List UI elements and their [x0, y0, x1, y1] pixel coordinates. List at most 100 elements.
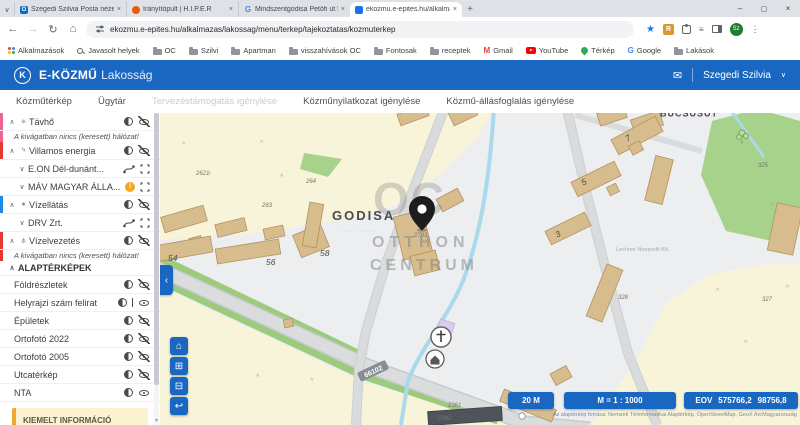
messages-icon[interactable]: ✉	[673, 69, 682, 82]
opacity-icon[interactable]	[124, 316, 133, 325]
bookmark-google[interactable]: GGoogle	[628, 46, 661, 55]
opacity-icon[interactable]	[124, 352, 133, 361]
browser-tab-google-search[interactable]: G Mindszentgodisa Petőfi út 58 ×	[238, 2, 350, 17]
extensions-puzzle-icon[interactable]	[682, 25, 691, 34]
opacity-icon[interactable]	[124, 117, 133, 126]
sidebar-collapse-handle[interactable]: ‹	[160, 265, 173, 295]
layer-group-vizelvezetes[interactable]: ∧ ⋔ Vízelvezetés	[0, 232, 160, 250]
bookmark-suggested[interactable]: Javasolt helyek	[77, 46, 139, 55]
browser-tab-hiper[interactable]: Irányítópult | H.I.P.E.R ×	[126, 2, 238, 17]
tab-ugytar[interactable]: Ügytár	[98, 96, 126, 107]
layer-group-villamos[interactable]: ∧ ϟ Villamos energia	[0, 142, 160, 160]
layer-eon[interactable]: ∨ E.ON Dél-dunánt...	[0, 160, 160, 178]
layer-foldreszletek[interactable]: Földrészletek	[0, 276, 160, 294]
visibility-off-icon[interactable]	[138, 279, 150, 290]
opacity-icon[interactable]	[124, 236, 133, 245]
chevron-down-icon[interactable]: ∨	[16, 183, 28, 191]
bookmark-folder-fontosak[interactable]: Fontosak	[374, 46, 417, 55]
close-tab-icon[interactable]: ×	[341, 6, 345, 13]
tab-search-icon[interactable]: ∨	[0, 6, 14, 17]
scroll-down-icon[interactable]: ▾	[155, 417, 158, 424]
browser-tab-ekozmu-active[interactable]: ekozmu.e-epites.hu/alkalmaz... ×	[350, 2, 462, 17]
chevron-up-icon[interactable]: ∧	[6, 147, 18, 155]
bookmark-apps[interactable]: Alkalmazások	[8, 46, 64, 55]
zoom-extent-icon[interactable]	[140, 182, 150, 192]
visibility-on-icon[interactable]	[138, 387, 150, 398]
bookmark-maps[interactable]: Térkép	[581, 46, 614, 55]
extension-r-icon[interactable]: R	[663, 24, 674, 35]
layer-epuletek[interactable]: Épületek	[0, 312, 160, 330]
layer-group-vizellatas[interactable]: ∧ ● Vízellátás	[0, 196, 160, 214]
opacity-icon[interactable]	[124, 280, 133, 289]
visibility-off-icon[interactable]	[138, 351, 150, 362]
tab-kozmuterkep[interactable]: Közműtérkép	[16, 96, 72, 107]
section-alapterkepek[interactable]: ∧ ALAPTÉRKÉPEK	[0, 261, 160, 276]
forward-button[interactable]: →	[26, 23, 40, 35]
zoom-out-button[interactable]: ⊟	[170, 377, 188, 395]
zoom-extent-icon[interactable]	[140, 218, 150, 228]
bookmark-youtube[interactable]: YouTube	[526, 46, 568, 55]
bookmark-folder-receptek[interactable]: receptek	[430, 46, 471, 55]
bookmark-star-icon[interactable]: ★	[646, 24, 655, 35]
sidebar-scrollbar-thumb[interactable]	[154, 113, 159, 385]
layer-nta[interactable]: NTA	[0, 384, 160, 402]
visibility-off-icon[interactable]	[138, 235, 150, 246]
opacity-icon[interactable]	[124, 388, 133, 397]
maximize-button[interactable]: ▢	[752, 5, 776, 13]
previous-view-button[interactable]: ↩	[170, 397, 188, 415]
chevron-up-icon[interactable]: ∧	[6, 237, 18, 245]
chevron-down-icon[interactable]: ∨	[16, 165, 28, 173]
visibility-off-icon[interactable]	[138, 369, 150, 380]
side-panel-icon[interactable]	[712, 25, 722, 33]
layer-helyrajzi[interactable]: Helyrajzi szám felirat	[0, 294, 160, 312]
chevron-down-icon[interactable]: ∨	[16, 219, 28, 227]
layer-group-tavho[interactable]: ∧ ✳ Távhő	[0, 113, 160, 131]
network-flow-icon[interactable]	[123, 218, 135, 228]
network-flow-icon[interactable]	[123, 164, 135, 174]
visibility-off-icon[interactable]	[138, 315, 150, 326]
visibility-off-icon[interactable]	[138, 145, 150, 156]
layer-drv[interactable]: ∨ DRV Zrt.	[0, 214, 160, 232]
layer-ortofoto-2022[interactable]: Ortofotó 2022	[0, 330, 160, 348]
home-extent-button[interactable]: ⌂	[170, 337, 188, 355]
chevron-up-icon[interactable]: ∧	[6, 264, 18, 272]
bookmark-folder-visszahivasok[interactable]: visszahívások OC	[289, 46, 361, 55]
close-tab-icon[interactable]: ×	[453, 6, 457, 13]
kiemelt-informacio-box[interactable]: KIEMELT INFORMÁCIÓ	[12, 408, 148, 425]
bookmark-folder-szilvi[interactable]: Szilvi	[189, 46, 219, 55]
layer-utcaterkep[interactable]: Utcatérkép	[0, 366, 160, 384]
warning-icon[interactable]: !	[125, 182, 135, 192]
browser-tab-outlook[interactable]: O Szegedi Szilvia Posta nézete - ×	[14, 2, 126, 17]
address-bar[interactable]: ekozmu.e-epites.hu/alkalmazas/lakossag/m…	[86, 21, 634, 38]
opacity-icon[interactable]	[124, 370, 133, 379]
chevron-down-icon[interactable]: ∨	[781, 71, 786, 79]
layer-mav[interactable]: ∨ MÁV MAGYAR ÁLLA... !	[0, 178, 160, 196]
bookmark-folder-lakasok[interactable]: Lakások	[674, 46, 714, 55]
close-tab-icon[interactable]: ×	[229, 6, 233, 13]
chevron-up-icon[interactable]: ∧	[6, 118, 18, 126]
map-canvas[interactable]: 66102 ^ ^ ^ ^ ^ ^ ^ ^ ^ ^ ^ 2621 264 263…	[160, 113, 800, 425]
close-window-button[interactable]: ×	[776, 4, 800, 13]
browser-menu-icon[interactable]: ⋮	[751, 24, 760, 35]
profile-avatar[interactable]: Sz	[730, 23, 743, 36]
bookmark-folder-apartman[interactable]: Apartman	[231, 46, 276, 55]
user-menu[interactable]: Szegedi Szilvia	[703, 70, 771, 81]
home-button[interactable]: ⌂	[66, 23, 80, 35]
opacity-icon[interactable]	[124, 146, 133, 155]
reading-list-icon[interactable]: ≡	[699, 25, 704, 34]
back-button[interactable]: ←	[6, 23, 20, 35]
site-info-icon[interactable]	[95, 24, 105, 34]
close-tab-icon[interactable]: ×	[117, 6, 121, 13]
zoom-extent-icon[interactable]	[140, 164, 150, 174]
reload-button[interactable]: ↻	[46, 23, 60, 36]
tab-allasfoglalas[interactable]: Közmű-állásfoglalás igénylése	[446, 96, 574, 107]
opacity-icon[interactable]	[118, 298, 127, 307]
visibility-off-icon[interactable]	[138, 116, 150, 127]
layer-ortofoto-2005[interactable]: Ortofotó 2005	[0, 348, 160, 366]
new-tab-button[interactable]: +	[462, 4, 478, 17]
bookmark-folder-oc[interactable]: OC	[153, 46, 176, 55]
bookmark-gmail[interactable]: MGmail	[484, 46, 513, 55]
visibility-off-icon[interactable]	[138, 199, 150, 210]
opacity-icon[interactable]	[124, 334, 133, 343]
visibility-on-icon[interactable]	[138, 297, 150, 308]
